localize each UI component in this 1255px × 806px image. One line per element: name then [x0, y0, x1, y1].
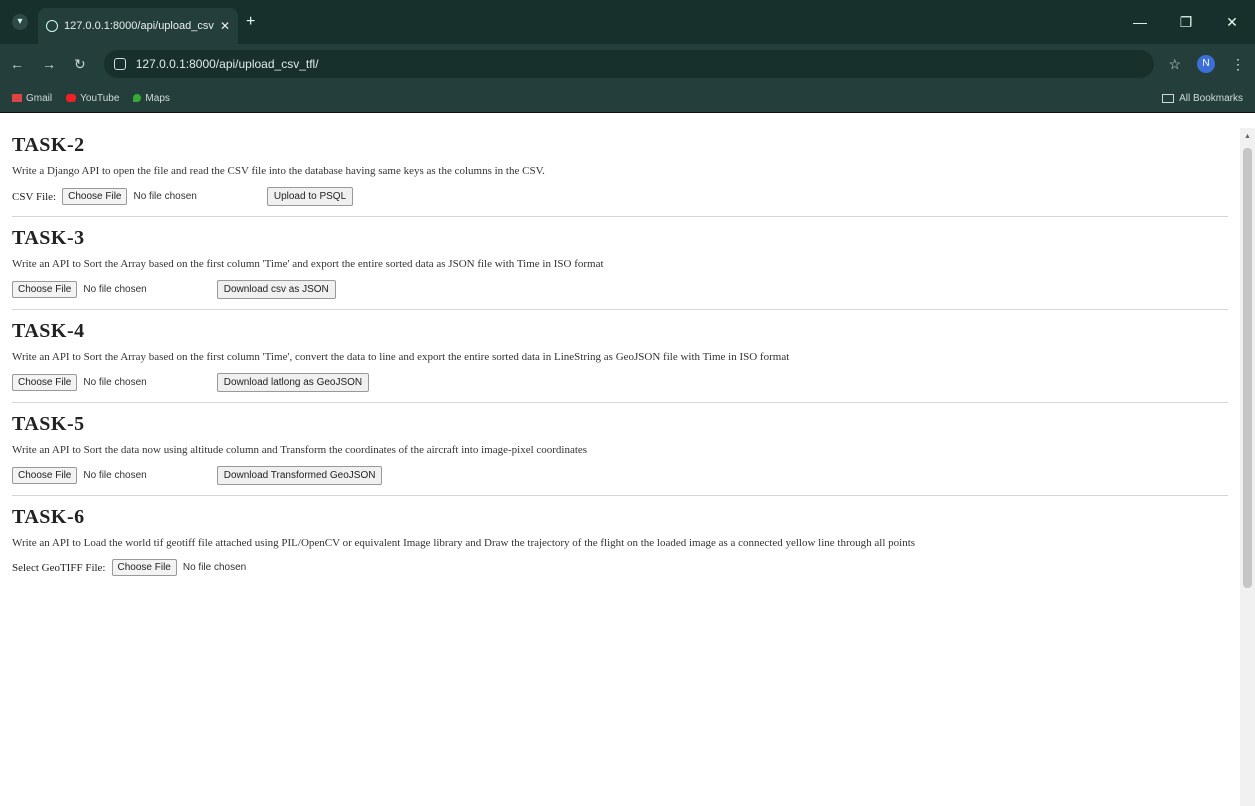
site-info-icon[interactable]	[113, 58, 126, 70]
youtube-icon	[66, 94, 77, 102]
task-title: TASK-4	[12, 320, 85, 342]
address-bar[interactable]: 127.0.0.1:8000/api/upload_csv_tfl/	[103, 50, 1155, 78]
no-file-text: No file chosen	[182, 562, 247, 573]
new-tab-icon[interactable]: +	[246, 13, 255, 31]
folder-icon	[1162, 93, 1175, 103]
upload-row: CSV File: Choose File No file chosen Upl…	[12, 187, 1228, 206]
task-title: TASK-6	[12, 506, 85, 528]
bookmark-star-icon[interactable]: ☆	[1168, 56, 1181, 73]
page-content: TASK-2 Write a Django API to open the fi…	[0, 128, 1240, 806]
geotiff-file-label: Select GeoTIFF File:	[12, 561, 106, 574]
browser-toolbar: ← → ↻ 127.0.0.1:8000/api/upload_csv_tfl/…	[0, 44, 1255, 84]
forward-icon[interactable]: →	[42, 56, 56, 72]
choose-file-button[interactable]: Choose File	[12, 281, 78, 298]
close-tab-icon[interactable]: ✕	[220, 19, 230, 33]
vertical-scrollbar[interactable]: ▲	[1240, 128, 1255, 806]
profile-avatar[interactable]: N	[1197, 55, 1215, 73]
no-file-text: No file chosen	[83, 284, 147, 295]
download-geojson-button[interactable]: Download latlong as GeoJSON	[216, 373, 370, 392]
task-description: Write an API to Load the world tif geoti…	[12, 537, 916, 549]
browser-tab[interactable]: 127.0.0.1:8000/api/upload_csv ✕	[38, 8, 238, 44]
no-file-text: No file chosen	[133, 191, 197, 202]
upload-row: Choose File No file chosen Download csv …	[12, 280, 1228, 299]
task-description: Write a Django API to open the file and …	[12, 165, 545, 177]
task-description: Write an API to Sort the data now using …	[12, 444, 588, 456]
gmail-icon	[12, 94, 22, 102]
task-description: Write an API to Sort the Array based on …	[12, 351, 790, 363]
url-text: 127.0.0.1:8000/api/upload_csv_tfl/	[135, 57, 319, 71]
task-title: TASK-2	[12, 134, 85, 156]
window-controls: — ❐ ✕	[1117, 0, 1255, 44]
menu-icon[interactable]: ⋮	[1231, 56, 1245, 73]
choose-file-button[interactable]: Choose File	[111, 559, 177, 576]
tab-search-icon[interactable]: ▾	[12, 14, 28, 30]
choose-file-button[interactable]: Choose File	[12, 374, 78, 391]
maps-pin-icon	[133, 94, 142, 102]
upload-row: Choose File No file chosen Download Tran…	[12, 466, 1228, 485]
bookmark-maps[interactable]: Maps	[133, 92, 170, 104]
task-2-section: TASK-2 Write a Django API to open the fi…	[12, 134, 1228, 217]
bookmark-label: YouTube	[80, 92, 120, 104]
browser-chrome: ▾ 127.0.0.1:8000/api/upload_csv ✕ + — ❐ …	[0, 0, 1255, 113]
upload-row: Choose File No file chosen Download latl…	[12, 373, 1228, 392]
download-transformed-button[interactable]: Download Transformed GeoJSON	[216, 466, 383, 485]
bookmark-gmail[interactable]: Gmail	[12, 93, 52, 104]
restore-icon[interactable]: ❐	[1163, 0, 1209, 44]
csv-file-label: CSV File:	[12, 190, 57, 203]
tab-title: 127.0.0.1:8000/api/upload_csv	[64, 20, 214, 32]
close-window-icon[interactable]: ✕	[1209, 0, 1255, 44]
upload-to-psql-button[interactable]: Upload to PSQL	[266, 187, 354, 206]
no-file-text: No file chosen	[83, 377, 147, 388]
task-6-section: TASK-6 Write an API to Load the world ti…	[12, 506, 1228, 576]
task-title: TASK-3	[12, 227, 85, 249]
bookmarks-bar: Gmail YouTube Maps All Bookmarks	[0, 84, 1255, 113]
choose-file-button[interactable]: Choose File	[12, 467, 78, 484]
task-4-section: TASK-4 Write an API to Sort the Array ba…	[12, 320, 1228, 403]
no-file-text: No file chosen	[83, 470, 147, 481]
all-bookmarks[interactable]: All Bookmarks	[1162, 93, 1243, 104]
download-json-button[interactable]: Download csv as JSON	[216, 280, 336, 299]
globe-icon	[46, 20, 58, 32]
task-title: TASK-5	[12, 413, 85, 435]
tab-bar: ▾ 127.0.0.1:8000/api/upload_csv ✕ + — ❐ …	[0, 0, 1255, 44]
task-5-section: TASK-5 Write an API to Sort the data now…	[12, 413, 1228, 496]
back-icon[interactable]: ←	[10, 56, 24, 72]
task-description: Write an API to Sort the Array based on …	[12, 258, 604, 270]
scroll-up-icon[interactable]: ▲	[1244, 132, 1251, 140]
bookmark-youtube[interactable]: YouTube	[66, 93, 119, 104]
bookmark-label: Gmail	[26, 92, 53, 104]
bookmark-label: Maps	[145, 92, 170, 104]
task-3-section: TASK-3 Write an API to Sort the Array ba…	[12, 227, 1228, 310]
choose-file-button[interactable]: Choose File	[62, 188, 128, 205]
reload-icon[interactable]: ↻	[74, 56, 86, 73]
minimize-icon[interactable]: —	[1117, 0, 1163, 44]
scrollbar-thumb[interactable]	[1243, 148, 1252, 588]
upload-row: Select GeoTIFF File: Choose File No file…	[12, 559, 1228, 576]
all-bookmarks-label: All Bookmarks	[1179, 92, 1243, 104]
